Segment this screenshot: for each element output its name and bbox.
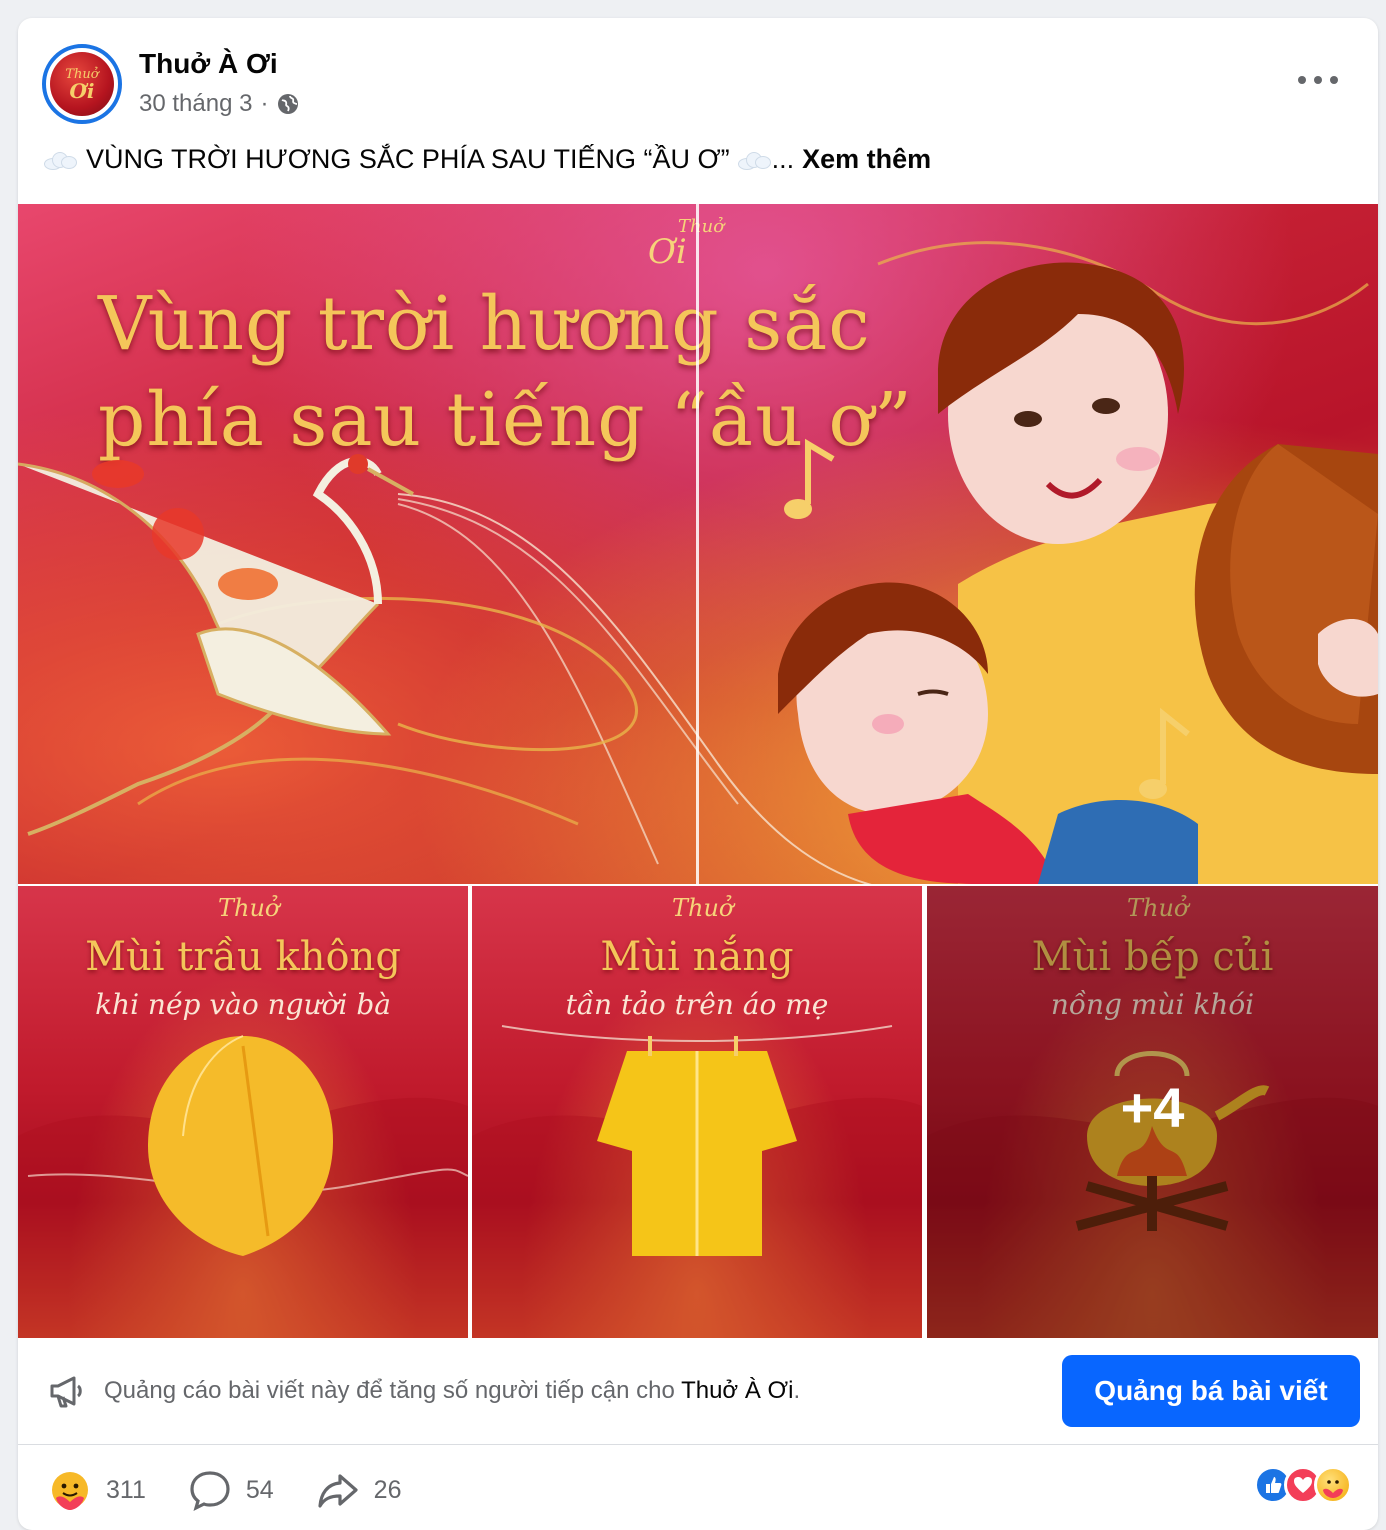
photo-tile[interactable]: Thuở Mùi bếp củi nồng mùi khói +4 (927, 886, 1378, 1338)
shirt-illustration (472, 1025, 922, 1338)
photo-tile[interactable]: Thuở Mùi nắng tần tảo trên áo mẹ (472, 886, 922, 1338)
shares-count: 26 (373, 1475, 402, 1504)
cloud-icon (737, 150, 772, 170)
boost-post-button[interactable]: Quảng bá bài viết (1062, 1355, 1360, 1427)
post-card: Thuở Ơi Thuở À Ơi 30 tháng 3 · VÙNG TRỜI… (18, 18, 1378, 1530)
post-meta: 30 tháng 3 · (139, 90, 300, 118)
photo-grid: Thuở Ơi Vùng trời hương sắc phía sau tiế… (18, 204, 1378, 1338)
engagement-bar: 311 54 26 (48, 1462, 443, 1518)
see-more-link[interactable]: Xem thêm (802, 144, 931, 175)
care-reaction-icon (52, 1472, 88, 1510)
reactions-count: 311 (106, 1475, 146, 1504)
caption-text: VÙNG TRỜI HƯƠNG SẮC PHÍA SAU TIẾNG “ẦU Ơ… (86, 144, 730, 174)
globe-icon[interactable] (276, 92, 300, 116)
betel-leaf-illustration (18, 1035, 468, 1338)
page-name-link[interactable]: Thuở À Ơi (139, 48, 278, 80)
react-button[interactable]: 311 (48, 1468, 146, 1512)
share-icon (318, 1474, 358, 1508)
cloud-icon (44, 150, 78, 170)
avatar-logo-text-bottom: Ơi (69, 78, 95, 103)
meta-separator: · (260, 90, 269, 117)
crane-illustration (18, 454, 414, 836)
page-avatar[interactable]: Thuở Ơi (42, 44, 122, 124)
mother-child-illustration (778, 262, 1378, 884)
reaction-summary[interactable] (1254, 1466, 1352, 1504)
post-caption: VÙNG TRỜI HƯƠNG SẮC PHÍA SAU TIẾNG “ẦU Ơ… (44, 144, 931, 175)
post-date-link[interactable]: 30 tháng 3 (139, 90, 252, 118)
share-button[interactable]: 26 (316, 1468, 402, 1512)
comment-button[interactable]: 54 (188, 1468, 274, 1512)
promo-page-name[interactable]: Thuở À Ơi (681, 1377, 793, 1404)
more-options-icon[interactable] (1298, 68, 1338, 92)
promo-text: Quảng cáo bài viết này để tăng số người … (104, 1377, 801, 1404)
care-reaction-icon (1314, 1466, 1352, 1504)
photo-main[interactable]: Thuở Ơi Vùng trời hương sắc phía sau tiế… (18, 204, 1378, 884)
photo-tile[interactable]: Thuở Mùi trầu không khi nép vào người bà (18, 886, 468, 1338)
brand-watermark: Thuở Ơi (648, 216, 725, 272)
divider (18, 1444, 1378, 1445)
comments-count: 54 (245, 1475, 274, 1504)
comment-icon (190, 1471, 230, 1512)
megaphone-icon (50, 1376, 82, 1408)
more-photos-overlay[interactable]: +4 (927, 886, 1378, 1338)
caption-ellipsis: ... (771, 144, 795, 174)
promo-bar: Quảng cáo bài viết này để tăng số người … (18, 1338, 1378, 1444)
avatar-logo: Thuở Ơi (50, 52, 114, 116)
